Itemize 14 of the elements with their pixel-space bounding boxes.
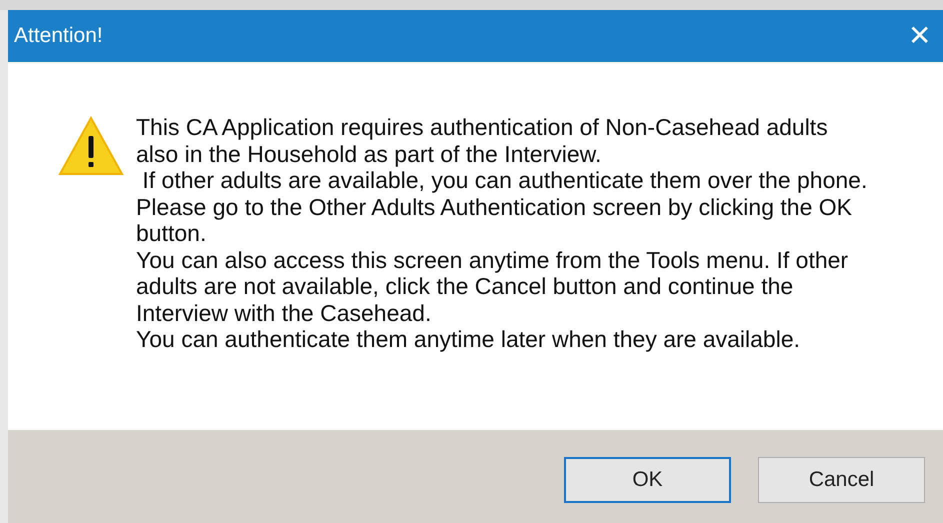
dialog-button[interactable]: OK (564, 456, 731, 502)
warning-icon (58, 116, 124, 176)
dialog-button[interactable]: Cancel (758, 456, 925, 502)
message-text: If other adults are available, you can authenticate them over the phone. (141, 167, 868, 194)
message-text: You can authenticate them anytime later when they are available. (136, 326, 800, 352)
message-text: adults are not available, click the Cancel button and continue the (136, 273, 794, 300)
message-text: Interview with the Casehead. (136, 300, 432, 326)
message-text: You can also access this screen anytime from the Tools menu. If other (136, 246, 848, 273)
message-text: button. (136, 220, 206, 246)
window-title: Attention! (14, 23, 103, 50)
message-text: Please go to the Other Adults Authentication screen by clicking the OK (136, 194, 852, 220)
close-button[interactable]: ✕ (904, 22, 935, 50)
message-text: This CA Application requires authentication of Non-Casehead adults (136, 114, 828, 140)
message-text: also in the Household as part of the Interview. (136, 140, 602, 167)
